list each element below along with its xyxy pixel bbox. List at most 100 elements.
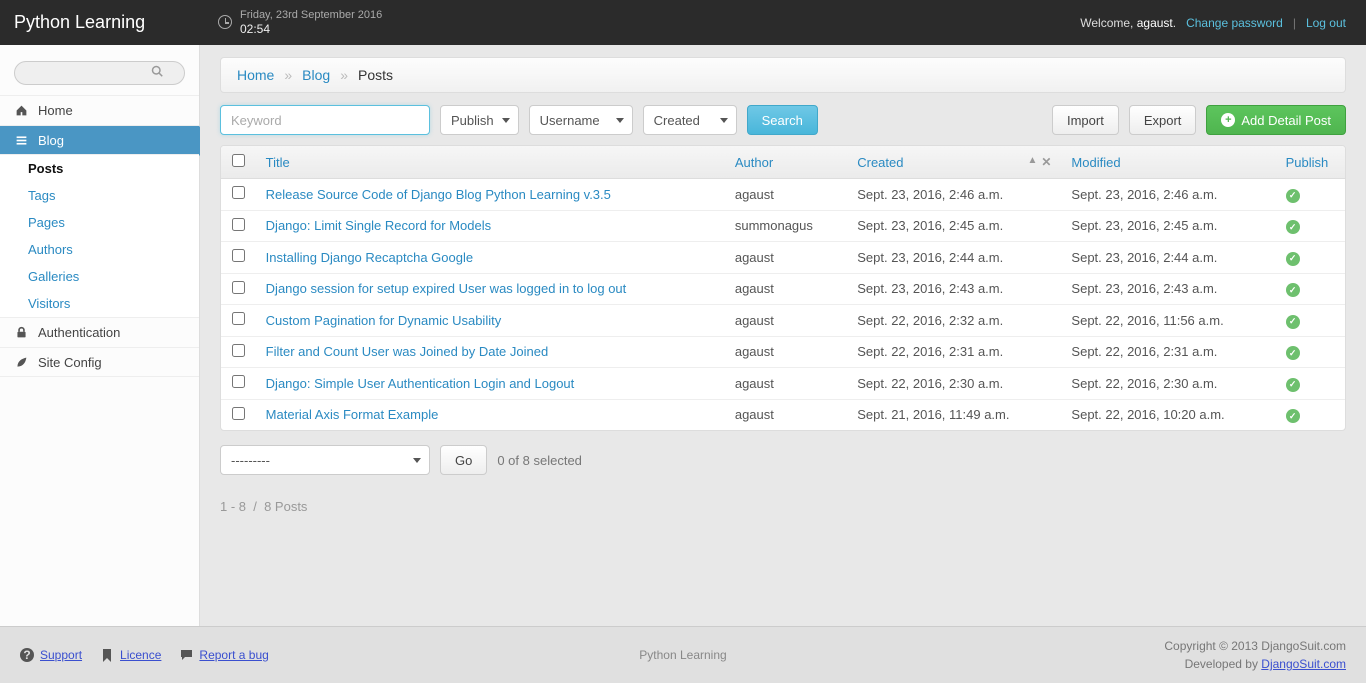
import-button[interactable]: Import — [1052, 105, 1119, 135]
row-title-link[interactable]: Custom Pagination for Dynamic Usability — [266, 313, 502, 328]
header-datetime: Friday, 23rd September 2016 02:54 — [200, 9, 382, 37]
row-created: Sept. 21, 2016, 11:49 a.m. — [847, 399, 1061, 430]
row-title-link[interactable]: Filter and Count User was Joined by Date… — [266, 344, 549, 359]
row-checkbox[interactable] — [232, 249, 245, 262]
sidebar-sub-posts[interactable]: Posts — [0, 155, 199, 182]
filter-created-select[interactable]: Created — [643, 105, 737, 135]
filter-publish-select[interactable]: Publish — [440, 105, 519, 135]
publish-true-icon: ✓ — [1286, 283, 1300, 297]
sidebar-sub-galleries[interactable]: Galleries — [0, 263, 199, 290]
welcome-text: Welcome, agaust. — [1080, 16, 1176, 30]
row-author: agaust — [725, 305, 847, 337]
row-author: agaust — [725, 336, 847, 368]
publish-true-icon: ✓ — [1286, 346, 1300, 360]
row-modified: Sept. 23, 2016, 2:45 a.m. — [1061, 210, 1275, 242]
publish-true-icon: ✓ — [1286, 220, 1300, 234]
row-author: agaust — [725, 399, 847, 430]
table-row: Django: Simple User Authentication Login… — [221, 368, 1345, 400]
change-password-link[interactable]: Change password — [1186, 16, 1283, 30]
table-row: Filter and Count User was Joined by Date… — [221, 336, 1345, 368]
row-modified: Sept. 23, 2016, 2:43 a.m. — [1061, 273, 1275, 305]
filter-bar: Publish Username Created Search Import E… — [220, 105, 1346, 135]
footer-developed-link[interactable]: DjangoSuit.com — [1261, 657, 1346, 671]
posts-table-wrap: Title Author Created ▲ ✕ Modified Publis… — [220, 145, 1346, 431]
sidebar-sub-pages[interactable]: Pages — [0, 209, 199, 236]
sort-asc-icon[interactable]: ▲ — [1027, 155, 1037, 169]
row-author: agaust — [725, 179, 847, 211]
row-modified: Sept. 22, 2016, 10:20 a.m. — [1061, 399, 1275, 430]
sidebar-item-authentication[interactable]: Authentication — [0, 317, 199, 347]
filter-username-select[interactable]: Username — [529, 105, 633, 135]
sidebar-item-label: Authentication — [38, 325, 120, 340]
row-title-link[interactable]: Installing Django Recaptcha Google — [266, 250, 473, 265]
publish-true-icon: ✓ — [1286, 315, 1300, 329]
posts-table: Title Author Created ▲ ✕ Modified Publis… — [221, 146, 1345, 430]
col-title-sort[interactable]: Title — [266, 155, 290, 170]
col-publish-sort[interactable]: Publish — [1286, 155, 1329, 170]
row-created: Sept. 23, 2016, 2:44 a.m. — [847, 242, 1061, 274]
row-checkbox[interactable] — [232, 218, 245, 231]
row-checkbox[interactable] — [232, 312, 245, 325]
sort-remove-icon[interactable]: ✕ — [1041, 155, 1051, 169]
top-header: Python Learning Friday, 23rd September 2… — [0, 0, 1366, 45]
col-author-sort[interactable]: Author — [735, 155, 773, 170]
sidebar-sub-authors[interactable]: Authors — [0, 236, 199, 263]
select-all-checkbox[interactable] — [232, 154, 245, 167]
breadcrumb-sep: » — [284, 67, 292, 83]
row-checkbox[interactable] — [232, 281, 245, 294]
row-author: summonagus — [725, 210, 847, 242]
row-created: Sept. 23, 2016, 2:45 a.m. — [847, 210, 1061, 242]
row-title-link[interactable]: Django: Limit Single Record for Models — [266, 218, 491, 233]
breadcrumb-home[interactable]: Home — [237, 67, 274, 83]
go-button[interactable]: Go — [440, 445, 487, 475]
sidebar-sub-tags[interactable]: Tags — [0, 182, 199, 209]
row-modified: Sept. 23, 2016, 2:44 a.m. — [1061, 242, 1275, 274]
logout-link[interactable]: Log out — [1306, 16, 1346, 30]
question-icon: ? — [20, 648, 34, 662]
search-button[interactable]: Search — [747, 105, 818, 135]
export-button[interactable]: Export — [1129, 105, 1197, 135]
row-modified: Sept. 22, 2016, 11:56 a.m. — [1061, 305, 1275, 337]
chevron-down-icon — [502, 118, 510, 123]
row-checkbox[interactable] — [232, 344, 245, 357]
footer-support-link[interactable]: Support — [40, 648, 82, 662]
bulk-action-row: --------- Go 0 of 8 selected — [220, 445, 1346, 475]
breadcrumb-sep: » — [340, 67, 348, 83]
lock-icon — [14, 326, 28, 340]
bulk-action-select[interactable]: --------- — [220, 445, 430, 475]
table-row: Release Source Code of Django Blog Pytho… — [221, 179, 1345, 211]
row-checkbox[interactable] — [232, 407, 245, 420]
selection-count: 0 of 8 selected — [497, 453, 582, 468]
row-modified: Sept. 23, 2016, 2:46 a.m. — [1061, 179, 1275, 211]
row-title-link[interactable]: Release Source Code of Django Blog Pytho… — [266, 187, 611, 202]
list-icon — [14, 133, 28, 147]
row-checkbox[interactable] — [232, 375, 245, 388]
footer-licence-link[interactable]: Licence — [120, 648, 161, 662]
main-content: Home » Blog » Posts Publish Username Cre… — [200, 45, 1366, 626]
keyword-input[interactable] — [220, 105, 430, 135]
sidebar-sub-visitors[interactable]: Visitors — [0, 290, 199, 317]
publish-true-icon: ✓ — [1286, 409, 1300, 423]
footer: ? Support Licence Report a bug Python Le… — [0, 626, 1366, 683]
chevron-down-icon — [720, 118, 728, 123]
search-icon — [151, 65, 163, 77]
breadcrumb-blog[interactable]: Blog — [302, 67, 330, 83]
header-time: 02:54 — [240, 22, 382, 36]
home-icon — [14, 104, 28, 118]
table-row: Django: Limit Single Record for Models su… — [221, 210, 1345, 242]
footer-report-link[interactable]: Report a bug — [199, 648, 268, 662]
add-detail-post-button[interactable]: + Add Detail Post — [1206, 105, 1346, 135]
table-row: Installing Django Recaptcha Googleagaust… — [221, 242, 1345, 274]
col-modified-sort[interactable]: Modified — [1071, 155, 1120, 170]
sidebar-item-blog[interactable]: Blog — [0, 125, 199, 155]
col-created-sort[interactable]: Created — [857, 155, 903, 170]
footer-developed-prefix: Developed by — [1185, 657, 1262, 671]
sidebar-item-home[interactable]: Home — [0, 95, 199, 125]
row-title-link[interactable]: Material Axis Format Example — [266, 407, 439, 422]
row-checkbox[interactable] — [232, 186, 245, 199]
breadcrumb: Home » Blog » Posts — [220, 57, 1346, 93]
pager-range: 1 - 8 — [220, 499, 246, 514]
sidebar-item-siteconfig[interactable]: Site Config — [0, 347, 199, 377]
row-title-link[interactable]: Django: Simple User Authentication Login… — [266, 376, 575, 391]
row-title-link[interactable]: Django session for setup expired User wa… — [266, 281, 627, 296]
